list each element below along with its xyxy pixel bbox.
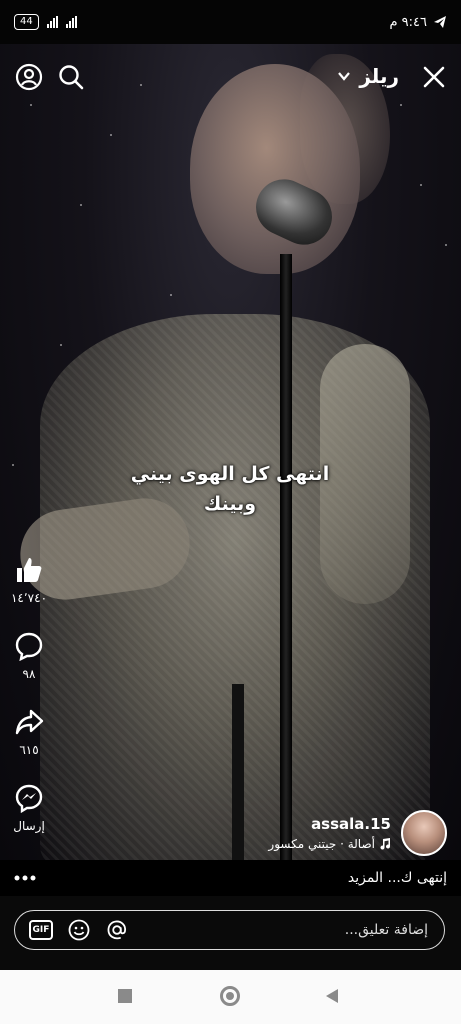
gif-icon: GIF bbox=[29, 920, 53, 940]
home-button[interactable] bbox=[220, 986, 240, 1006]
reels-header: ريلز bbox=[0, 56, 461, 100]
recent-apps-button[interactable] bbox=[118, 989, 132, 1003]
thumbs-up-icon bbox=[17, 558, 42, 582]
gif-button[interactable]: GIF bbox=[29, 918, 53, 942]
send-label: إرسال bbox=[13, 819, 45, 833]
comment-bar: GIF إضافة تعليق... bbox=[0, 896, 461, 970]
close-button[interactable] bbox=[417, 60, 451, 94]
emoji-icon bbox=[68, 919, 90, 941]
profile-button[interactable] bbox=[12, 60, 46, 94]
music-info[interactable]: أصالة · جيتني مكسور bbox=[268, 837, 391, 851]
comment-count: ٩٨ bbox=[22, 667, 36, 681]
comment-icon bbox=[15, 632, 43, 662]
signal-icon-2 bbox=[65, 16, 77, 28]
messenger-icon bbox=[15, 784, 43, 814]
search-button[interactable] bbox=[54, 60, 88, 94]
share-button[interactable]: ٦١٥ bbox=[0, 707, 58, 757]
comment-button[interactable]: ٩٨ bbox=[0, 631, 58, 681]
lyric-caption: انتهى كل الهوى بيني وبينك bbox=[130, 459, 330, 519]
status-bar: 44 ٩:٤٦ م bbox=[0, 0, 461, 44]
at-icon bbox=[107, 920, 127, 940]
avatar[interactable] bbox=[401, 810, 447, 856]
more-options-button[interactable] bbox=[14, 870, 36, 886]
mic-stand-shadow bbox=[232, 684, 244, 860]
mic-stand bbox=[280, 254, 292, 860]
reel-video[interactable]: انتهى كل الهوى بيني وبينك bbox=[0, 44, 461, 860]
home-icon bbox=[226, 992, 234, 1000]
lyric-line-1: انتهى كل الهوى بيني bbox=[130, 463, 330, 485]
caption-bar: إنتهى ك... المزيد bbox=[0, 860, 461, 896]
system-nav-bar bbox=[0, 970, 461, 1024]
clock: ٩:٤٦ م bbox=[389, 14, 427, 30]
chevron-down-icon bbox=[338, 72, 351, 81]
comment-placeholder: إضافة تعليق... bbox=[344, 922, 428, 938]
music-title: أصالة · جيتني مكسور bbox=[268, 837, 375, 851]
share-count: ٦١٥ bbox=[19, 743, 39, 757]
back-button[interactable] bbox=[324, 988, 340, 1004]
like-count: ١٤٬٧٤٠ bbox=[10, 591, 48, 605]
caption-text[interactable]: إنتهى ك... المزيد bbox=[348, 870, 447, 886]
close-icon bbox=[423, 66, 445, 88]
like-button[interactable]: ١٤٬٧٤٠ bbox=[0, 555, 58, 605]
search-icon bbox=[59, 65, 84, 90]
signal-icon bbox=[46, 16, 58, 28]
mention-button[interactable] bbox=[105, 918, 129, 942]
comment-input[interactable]: GIF إضافة تعليق... bbox=[14, 910, 445, 950]
telegram-icon bbox=[434, 16, 446, 28]
reel-author[interactable]: assala.15 أصالة · جيتني مكسور bbox=[268, 810, 447, 856]
singer-arm-right bbox=[320, 344, 410, 604]
page-title: ريلز bbox=[359, 64, 399, 88]
music-note-icon bbox=[380, 838, 391, 850]
send-button[interactable]: إرسال bbox=[0, 783, 58, 833]
share-icon bbox=[15, 709, 44, 735]
more-dots-icon bbox=[14, 875, 36, 881]
profile-icon bbox=[15, 63, 43, 91]
emoji-button[interactable] bbox=[67, 918, 91, 942]
battery-indicator: 44 bbox=[14, 14, 39, 30]
reels-title-dropdown[interactable]: ريلز bbox=[337, 64, 399, 88]
author-name[interactable]: assala.15 bbox=[268, 815, 391, 833]
lyric-line-2: وبينك bbox=[203, 493, 257, 515]
